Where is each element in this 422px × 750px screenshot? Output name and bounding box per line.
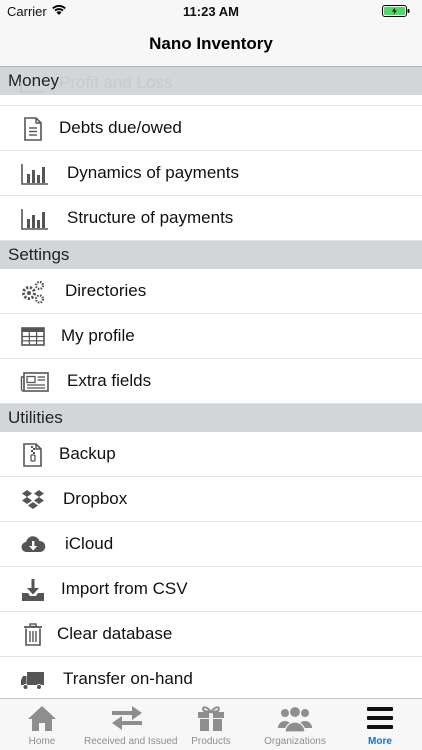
ghost-item-label: Profit and Loss — [59, 73, 173, 92]
tab-label: Home — [28, 736, 56, 747]
page-title: Nano Inventory — [149, 34, 273, 53]
cloud-download-icon — [21, 536, 46, 553]
bar-chart-icon — [21, 164, 48, 185]
users-icon — [278, 705, 312, 732]
item-label: Backup — [59, 444, 116, 463]
item-label: iCloud — [65, 534, 114, 553]
list-item-transfer-on-hand[interactable]: Transfer on-hand — [0, 657, 422, 699]
ghost-chart-icon — [20, 82, 43, 93]
item-label: Dynamics of payments — [67, 163, 239, 182]
section-header-utilities: Utilities — [0, 404, 422, 432]
battery-icon — [382, 5, 410, 17]
tab-label: More — [368, 736, 392, 747]
list-item-structure-of-payments[interactable]: Structure of payments — [0, 196, 422, 241]
tab-label: Products — [191, 736, 231, 747]
dropbox-icon — [22, 490, 44, 509]
item-label: Transfer on-hand — [63, 669, 193, 688]
list-item-clear-database[interactable]: Clear database — [0, 612, 422, 657]
list-item-import-from-csv[interactable]: Import from CSV — [0, 567, 422, 612]
item-label: My profile — [61, 326, 135, 345]
item-label: Directories — [65, 281, 147, 300]
clock: 11:23 AM — [183, 4, 239, 19]
list-item-directories[interactable]: Directories — [0, 269, 422, 314]
zip-file-icon — [23, 443, 42, 467]
menu-icon — [367, 707, 393, 729]
tab-label: Received and Issued — [84, 736, 178, 747]
item-label: Dropbox — [63, 489, 128, 508]
list-item-dynamics-of-payments[interactable]: Dynamics of payments — [0, 151, 422, 196]
list-item-dropbox[interactable]: Dropbox — [0, 477, 422, 522]
item-label: Clear database — [57, 624, 173, 643]
section-title: Utilities — [8, 408, 63, 427]
tab-home[interactable]: Home — [0, 699, 84, 750]
list-item-icloud[interactable]: iCloud — [0, 522, 422, 567]
document-icon — [24, 117, 42, 141]
list-item-backup[interactable]: Backup — [0, 432, 422, 477]
tab-more[interactable]: More — [338, 699, 422, 750]
table-icon — [21, 327, 45, 346]
arrows-icon — [112, 706, 142, 730]
bar-chart-icon — [21, 209, 48, 230]
section-title: Settings — [8, 245, 70, 264]
item-label: Structure of payments — [67, 208, 234, 227]
gears-icon — [22, 280, 45, 304]
section-header-settings: Settings — [0, 241, 422, 269]
status-bar: Carrier 11:23 AM — [0, 0, 422, 22]
tab-products[interactable]: Products — [170, 699, 252, 750]
item-label: Import from CSV — [61, 579, 188, 598]
item-label: Extra fields — [67, 371, 152, 390]
list-item-my-profile[interactable]: My profile — [0, 314, 422, 359]
item-label: Debts due/owed — [59, 118, 182, 137]
tab-bar: Home Received and Issued Products Organi… — [0, 698, 422, 750]
list-item-debts[interactable]: Debts due/owed — [0, 106, 422, 151]
newspaper-icon — [20, 372, 49, 392]
more-menu-list[interactable]: Money Debts due/owed Dynamics of payment… — [0, 67, 422, 699]
list-item-extra-fields[interactable]: Extra fields — [0, 359, 422, 404]
tab-label: Organizations — [264, 736, 326, 747]
tab-organizations[interactable]: Organizations — [252, 699, 338, 750]
home-icon — [28, 706, 56, 731]
tab-received-and-issued[interactable]: Received and Issued — [84, 699, 178, 750]
truck-icon — [21, 672, 44, 690]
trash-icon — [24, 623, 42, 646]
list-item-profit-and-loss[interactable] — [0, 95, 422, 106]
navigation-bar: Nano Inventory — [0, 22, 422, 67]
import-icon — [22, 579, 44, 601]
gift-icon — [198, 706, 224, 731]
